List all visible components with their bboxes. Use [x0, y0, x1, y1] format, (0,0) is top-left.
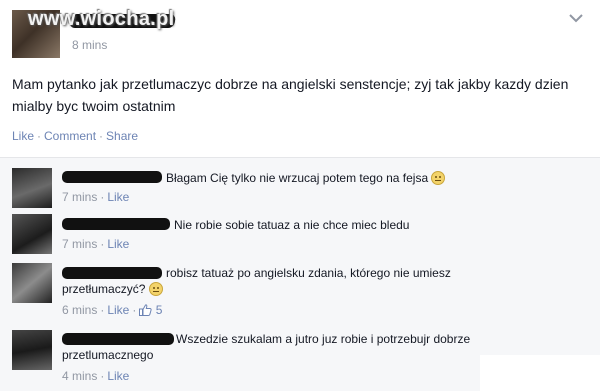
comment-like-button[interactable]: Like [107, 303, 129, 317]
comment-like-button[interactable]: Like [107, 237, 129, 251]
share-button[interactable]: Share [106, 129, 138, 143]
comment-meta: 6 mins · Like · 5 [62, 303, 162, 317]
commenter-avatar[interactable] [12, 168, 52, 208]
separator: · [99, 129, 104, 143]
commenter-name-redacted [62, 171, 162, 183]
comment-text-content: Wszedzie szukalam a jutro juz robie i po… [62, 332, 471, 362]
comment-text-content: robisz tatuaż po angielsku zdania, które… [62, 266, 451, 296]
separator: · [132, 303, 137, 317]
comment-meta: 7 mins · Like [62, 190, 129, 204]
commenter-avatar[interactable] [12, 330, 52, 370]
comment-timestamp[interactable]: 6 mins [62, 303, 97, 317]
comment-meta: 4 mins · Like [62, 369, 129, 383]
comment-timestamp[interactable]: 7 mins [62, 237, 97, 251]
comment-button[interactable]: Comment [44, 129, 96, 143]
smiley-icon [431, 171, 446, 185]
separator: · [100, 369, 105, 383]
comment-meta: 7 mins · Like [62, 237, 129, 251]
comment-like-button[interactable]: Like [107, 369, 129, 383]
post-actions: Like · Comment · Share [12, 129, 138, 143]
comment-text: Błagam Cię tylko nie wrzucaj potem tego … [166, 170, 586, 186]
post-timestamp[interactable]: 8 mins [72, 38, 107, 52]
comment-text-content: Nie robie sobie tatuaz a nie chce miec b… [174, 218, 410, 232]
commenter-avatar[interactable] [12, 214, 52, 254]
post-card: www.wiocha.pl 8 mins Mam pytanko jak prz… [0, 0, 600, 158]
comment-likes-count[interactable]: 5 [156, 303, 163, 317]
separator: · [37, 129, 42, 143]
chevron-down-icon[interactable] [568, 12, 584, 24]
thumbs-up-icon [139, 304, 152, 316]
comment-like-button[interactable]: Like [107, 190, 129, 204]
like-button[interactable]: Like [12, 129, 34, 143]
watermark: www.wiocha.pl [28, 8, 175, 30]
comment-text: Nie robie sobie tatuaz a nie chce miec b… [174, 217, 584, 233]
comment-timestamp[interactable]: 4 mins [62, 369, 97, 383]
corner-overlay [480, 355, 600, 391]
separator: · [100, 237, 105, 251]
separator: · [100, 303, 105, 317]
post-text: Mam pytanko jak przetlumaczyc dobrze na … [12, 76, 569, 114]
separator: · [100, 190, 105, 204]
comment-text-content: Błagam Cię tylko nie wrzucaj potem tego … [166, 171, 429, 185]
comment-text: Wszedzie szukalam a jutro juz robie i po… [62, 331, 542, 363]
comment-timestamp[interactable]: 7 mins [62, 190, 97, 204]
comment-text: robisz tatuaż po angielsku zdania, które… [62, 265, 532, 297]
commenter-name-redacted [62, 218, 170, 230]
commenter-avatar[interactable] [12, 263, 52, 303]
smiley-icon [148, 282, 163, 296]
